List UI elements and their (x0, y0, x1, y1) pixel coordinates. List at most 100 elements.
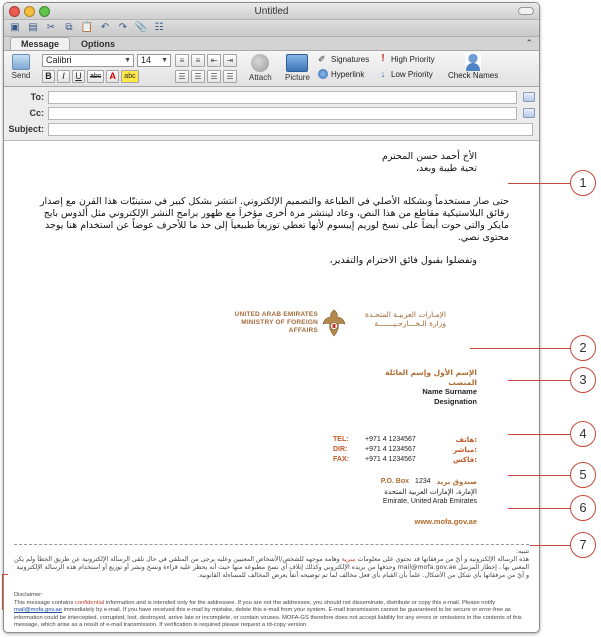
greeting: الأخ أحمد حسن المحترم تحية طيبة وبعد، (382, 151, 477, 175)
postal-address: P.O. Box 1234 صندوق بريد الإمارة، الإمار… (381, 477, 477, 507)
signatures-label: Signatures (331, 54, 370, 64)
ribbon-tabs: Message Options ⌃ (4, 37, 539, 51)
font-color-button[interactable]: A (106, 70, 120, 83)
callout-6: 6 (570, 495, 596, 521)
logo-arabic: الإمـارات العربيـة المتحـدة وزارة الـخــ… (350, 310, 446, 328)
send-label: Send (11, 71, 31, 80)
save-icon[interactable]: ▣ (8, 22, 22, 34)
message-body[interactable]: الأخ أحمد حسن المحترم تحية طيبة وبعد، حت… (4, 141, 539, 628)
send-icon (12, 54, 30, 70)
mofa-logo: UNITED ARAB EMIRATES MINISTRY OF FOREIGN… (226, 308, 446, 342)
chevron-down-icon: ▼ (161, 57, 168, 64)
cc-label: Cc: (29, 108, 44, 118)
cut-icon[interactable]: ✂ (44, 22, 58, 34)
align-center-icon[interactable]: ☰ (191, 70, 205, 83)
logo-ar-line-1: الإمـارات العربيـة المتحـدة (365, 310, 446, 319)
hyperlink-button[interactable]: Hyperlink (318, 69, 364, 79)
high-priority-label: High Priority (391, 54, 435, 64)
disclaimer-ar-text: هذه الرسالة الإلكترونية و أيٌ من مرفقاته… (14, 556, 529, 580)
contact-ar-label: مباشر: (453, 446, 477, 454)
disclaimer-bracket (2, 574, 8, 575)
subject-label: Subject: (8, 124, 44, 134)
contact-ar-label: هاتف: (455, 436, 477, 444)
callout-2: 2 (570, 335, 596, 361)
font-select-value: Calibri (46, 55, 72, 65)
callout-leader (470, 348, 570, 349)
picture-label: Picture (285, 73, 310, 82)
highlight-button[interactable]: abc (121, 70, 139, 83)
picture-icon (286, 54, 309, 72)
disclaimer-en-highlight: confidential (74, 599, 105, 606)
person-icon (465, 53, 482, 71)
quick-access-toolbar: ▣ ▤ ✂ ⧉ 📋 ↶ ↷ 📎 ☷ (4, 20, 539, 37)
bullets-icon[interactable]: ≡ (175, 54, 189, 67)
falcon-emblem-icon (322, 309, 346, 337)
strikethrough-button[interactable]: abc (87, 70, 105, 83)
picture-button[interactable]: Picture (285, 54, 310, 82)
disclaimer-ar-highlight: سرية (341, 556, 356, 563)
align-right-icon[interactable]: ☰ (207, 70, 221, 83)
print-icon[interactable]: ▤ (26, 22, 40, 34)
copy-icon[interactable]: ⧉ (62, 22, 76, 34)
pobox-line: P.O. Box 1234 صندوق بريد (381, 477, 477, 487)
globe-icon (318, 69, 328, 79)
text-format-group: B I U abc A abc (42, 70, 139, 83)
attach-label: Attach (249, 73, 272, 82)
font-size-select[interactable]: 14 ▼ (137, 54, 171, 67)
chevron-down-icon: ▼ (124, 57, 131, 64)
send-button[interactable]: Send (9, 54, 33, 80)
numbering-icon[interactable]: ≡ (191, 54, 205, 67)
signature-title-en: Designation (434, 397, 477, 406)
callout-leader (508, 183, 570, 184)
bold-button[interactable]: B (42, 70, 55, 83)
logo-en-line-2: MINISTRY OF FOREIGN AFFAIRS (241, 319, 318, 334)
decrease-indent-icon[interactable]: ⇤ (207, 54, 221, 67)
italic-button[interactable]: I (57, 70, 70, 83)
closing-line: وتفضلوا بقبول فائق الاحترام والتقدير، (329, 255, 477, 266)
contact-number: +971 4 1234567 (365, 456, 416, 463)
high-priority-button[interactable]: ! High Priority (378, 54, 435, 64)
align-left-icon[interactable]: ☰ (175, 70, 189, 83)
underline-button[interactable]: U (72, 70, 85, 83)
signature-arabic: الإسم الأول وإسم العائلة المنصب (385, 368, 477, 388)
window-title: Untitled (254, 6, 289, 17)
to-field[interactable] (48, 90, 517, 104)
check-names-button[interactable]: Check Names (448, 53, 498, 80)
logo-english: UNITED ARAB EMIRATES MINISTRY OF FOREIGN… (226, 311, 318, 335)
paste-icon[interactable]: 📋 (80, 22, 94, 34)
disclaimer-email-link[interactable]: mail@mofa.gov.ae (14, 607, 62, 613)
attach-small-icon[interactable]: 📎 (134, 22, 148, 34)
disclaimer-english: Disclaimer: This message contains confid… (14, 592, 529, 630)
callout-7: 7 (570, 532, 596, 558)
greeting-line-2: تحية طيبة وبعد، (415, 163, 477, 174)
low-priority-button[interactable]: ↓ Low Priority (378, 69, 433, 79)
address-book-icon[interactable] (523, 108, 535, 118)
subject-field[interactable] (48, 122, 533, 136)
address-book-icon[interactable] (523, 92, 535, 102)
contact-en-label: DIR: (333, 446, 348, 453)
redo-icon[interactable]: ↷ (116, 22, 130, 34)
contact-ar-label: فاكس: (453, 456, 477, 464)
undo-icon[interactable]: ↶ (98, 22, 112, 34)
toolbar-toggle-button[interactable] (518, 7, 534, 15)
address-book-icon[interactable]: ☷ (152, 22, 166, 34)
signatures-button[interactable]: ✐ Signatures (318, 54, 369, 64)
font-select[interactable]: Calibri ▼ (42, 54, 134, 67)
down-arrow-icon: ↓ (380, 69, 386, 79)
disclaimer-en-text: This message contains confidential infor… (14, 600, 529, 630)
contact-row: DIR: +971 4 1234567 مباشر: (333, 445, 477, 455)
justify-icon[interactable]: ☰ (223, 70, 237, 83)
increase-indent-icon[interactable]: ⇥ (223, 54, 237, 67)
attach-button[interactable]: Attach (249, 54, 272, 82)
website-link[interactable]: www.mofa.gov.ae (414, 517, 477, 526)
greeting-line-1: الأخ أحمد حسن المحترم (382, 151, 477, 162)
ribbon-collapse-icon[interactable]: ⌃ (525, 38, 533, 49)
contact-row: TEL: +971 4 1234567 هاتف: (333, 435, 477, 445)
tab-message[interactable]: Message (10, 37, 71, 50)
address-arabic: الإمارة، الإمارات العربية المتحدة (384, 488, 477, 496)
tab-options[interactable]: Options (70, 37, 126, 50)
cc-field[interactable] (48, 106, 517, 120)
disclaimer-ar-title: تنبيه: (516, 548, 529, 555)
check-names-label: Check Names (448, 71, 499, 80)
email-compose-window: Untitled ▣ ▤ ✂ ⧉ 📋 ↶ ↷ 📎 ☷ Message Optio… (3, 2, 540, 633)
